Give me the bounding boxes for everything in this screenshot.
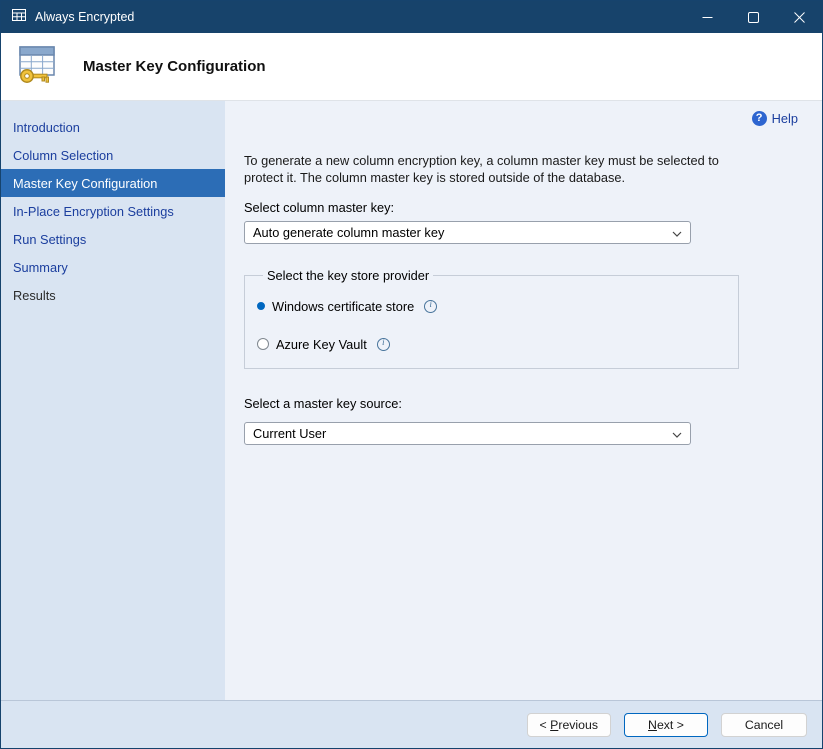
titlebar: Always Encrypted <box>1 1 822 33</box>
radio-azure-key-vault-label: Azure Key Vault <box>276 337 367 352</box>
master-key-source-label: Select a master key source: <box>244 396 802 411</box>
chevron-down-icon <box>672 426 682 441</box>
radio-windows-certificate-store-label: Windows certificate store <box>272 299 414 314</box>
master-key-source-dropdown[interactable]: Current User <box>244 422 691 445</box>
maximize-button[interactable] <box>730 1 776 33</box>
sidebar-item-introduction[interactable]: Introduction <box>1 113 225 141</box>
close-button[interactable] <box>776 1 822 33</box>
page-title: Master Key Configuration <box>83 58 266 75</box>
page-description: To generate a new column encryption key,… <box>244 152 759 187</box>
help-label: Help <box>772 111 798 126</box>
sidebar-item-column-selection[interactable]: Column Selection <box>1 141 225 169</box>
sidebar-item-run-settings[interactable]: Run Settings <box>1 225 225 253</box>
column-master-key-dropdown[interactable]: Auto generate column master key <box>244 221 691 244</box>
sidebar-item-in-place-encryption-settings[interactable]: In-Place Encryption Settings <box>1 197 225 225</box>
key-store-provider-group: Select the key store provider Windows ce… <box>244 268 739 369</box>
window-title: Always Encrypted <box>35 10 134 24</box>
wizard-body: Introduction Column Selection Master Key… <box>1 101 822 700</box>
minimize-button[interactable] <box>684 1 730 33</box>
radio-windows-certificate-store[interactable]: Windows certificate store i <box>257 299 726 314</box>
key-store-provider-legend: Select the key store provider <box>263 268 433 283</box>
window-controls <box>684 1 822 33</box>
app-icon <box>11 7 27 28</box>
info-icon[interactable]: i <box>377 338 390 351</box>
wizard-window: Always Encrypted <box>0 0 823 749</box>
previous-button[interactable]: < Previous <box>527 713 611 737</box>
column-master-key-label: Select column master key: <box>244 200 802 215</box>
sidebar-item-summary[interactable]: Summary <box>1 253 225 281</box>
chevron-down-icon <box>672 225 682 240</box>
radio-unselected-icon[interactable] <box>257 338 269 350</box>
radio-selected-icon[interactable] <box>257 302 265 310</box>
help-link[interactable]: ? Help <box>244 111 802 126</box>
column-master-key-value: Auto generate column master key <box>253 225 444 240</box>
sidebar-item-master-key-configuration[interactable]: Master Key Configuration <box>1 169 225 197</box>
cancel-button[interactable]: Cancel <box>721 713 807 737</box>
table-key-icon <box>13 40 61 93</box>
master-key-source-value: Current User <box>253 426 326 441</box>
radio-azure-key-vault[interactable]: Azure Key Vault i <box>257 337 726 352</box>
main-content: ? Help To generate a new column encrypti… <box>225 101 822 700</box>
wizard-footer: < Previous Next > Cancel <box>1 700 822 748</box>
help-question-icon: ? <box>752 111 767 126</box>
sidebar-item-results: Results <box>1 281 225 309</box>
next-button[interactable]: Next > <box>624 713 708 737</box>
wizard-header: Master Key Configuration <box>1 33 822 101</box>
info-icon[interactable]: i <box>424 300 437 313</box>
wizard-steps-sidebar: Introduction Column Selection Master Key… <box>1 101 225 700</box>
